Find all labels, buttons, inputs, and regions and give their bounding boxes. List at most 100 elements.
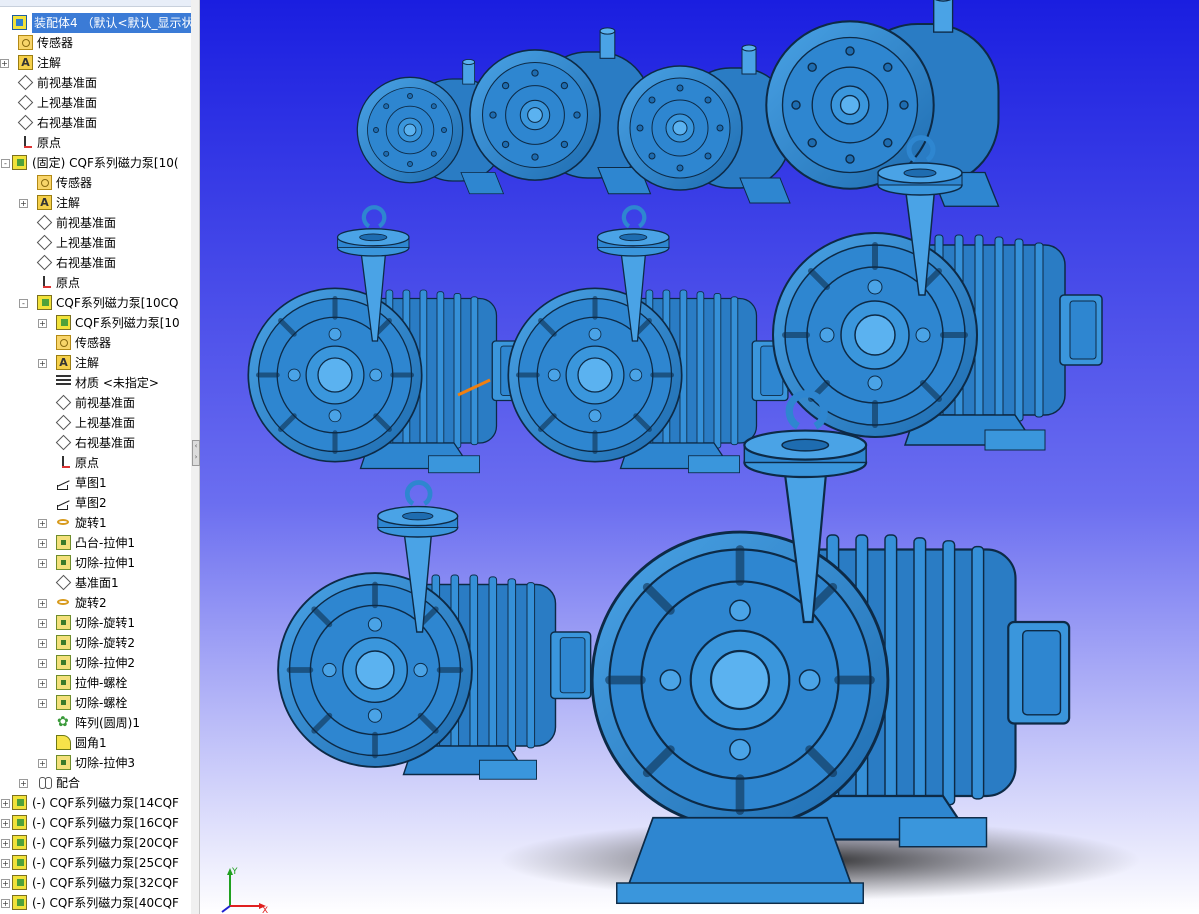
expand-icon[interactable]: + xyxy=(1,859,10,868)
tree-item-label: 旋转2 xyxy=(75,596,107,610)
collapse-icon[interactable]: - xyxy=(19,299,28,308)
tree-item[interactable]: 草图2 xyxy=(0,493,191,513)
origin-icon xyxy=(18,135,33,150)
tree-item[interactable]: 装配体4 （默认<默认_显示状态 xyxy=(0,13,191,33)
plane-icon xyxy=(18,95,33,110)
expand-icon[interactable]: + xyxy=(38,659,47,668)
assembly-icon xyxy=(12,15,27,30)
tree-item[interactable]: 基准面1 xyxy=(0,573,191,593)
tree-item[interactable]: + 切除-拉伸3 xyxy=(0,753,191,773)
tree-item-label: (-) CQF系列磁力泵[20CQF xyxy=(32,836,179,850)
tree-item[interactable]: + 旋转1 xyxy=(0,513,191,533)
tree-item[interactable]: + 切除-拉伸2 xyxy=(0,653,191,673)
cut-revolve-icon xyxy=(56,615,71,630)
expand-icon[interactable]: + xyxy=(38,759,47,768)
tree-item[interactable]: + (-) CQF系列磁力泵[14CQF xyxy=(0,793,191,813)
feature-manager-tree[interactable]: 装配体4 （默认<默认_显示状态 传感器 + A 注解 前视基准面 上视基准面 右视基准面 原点… xyxy=(0,0,192,914)
expand-icon[interactable]: + xyxy=(38,679,47,688)
plane-icon xyxy=(56,575,71,590)
expand-icon[interactable]: + xyxy=(0,59,9,68)
expand-icon[interactable]: + xyxy=(38,619,47,628)
expand-icon[interactable]: + xyxy=(38,359,47,368)
expand-icon[interactable]: + xyxy=(38,319,47,328)
expand-icon[interactable]: + xyxy=(1,899,10,908)
tree-item[interactable]: + CQF系列磁力泵[10 xyxy=(0,313,191,333)
tree-item[interactable]: 传感器 xyxy=(0,333,191,353)
tree-item[interactable]: + (-) CQF系列磁力泵[32CQF xyxy=(0,873,191,893)
tree-item-label: 草图2 xyxy=(75,496,107,510)
model-view[interactable] xyxy=(200,0,1199,914)
expand-icon[interactable]: + xyxy=(1,879,10,888)
tree-item[interactable]: 前视基准面 xyxy=(0,393,191,413)
tree-header-strip xyxy=(0,0,191,7)
expand-icon[interactable]: + xyxy=(38,559,47,568)
tree-item[interactable]: + 拉伸-螺栓 xyxy=(0,673,191,693)
tree-item[interactable]: + 切除-旋转2 xyxy=(0,633,191,653)
tree-item[interactable]: 圆角1 xyxy=(0,733,191,753)
tree-item-label: 右视基准面 xyxy=(56,256,117,270)
tree-item[interactable]: 原点 xyxy=(0,453,191,473)
tree-item[interactable]: 材质 <未指定> xyxy=(0,373,191,393)
collapse-icon[interactable]: - xyxy=(1,159,10,168)
tree-item[interactable]: + 配合 xyxy=(0,773,191,793)
triad-y-label: Y xyxy=(231,867,238,877)
cut-extrude-icon xyxy=(56,555,71,570)
expand-icon[interactable]: + xyxy=(19,199,28,208)
tree-item[interactable]: - (固定) CQF系列磁力泵[10( xyxy=(0,153,191,173)
tree-item[interactable]: 阵列(圆周)1 xyxy=(0,712,191,733)
expand-icon[interactable]: + xyxy=(38,519,47,528)
tree-item-label: CQF系列磁力泵[10 xyxy=(75,316,180,330)
tree-item[interactable]: + (-) CQF系列磁力泵[25CQF xyxy=(0,853,191,873)
tree-item[interactable]: - CQF系列磁力泵[10CQ xyxy=(0,293,191,313)
tree-item[interactable]: + 切除-旋转1 xyxy=(0,613,191,633)
expand-icon[interactable]: + xyxy=(38,639,47,648)
tree-item[interactable]: + (-) CQF系列磁力泵[16CQF xyxy=(0,813,191,833)
panel-splitter[interactable]: ‹ › xyxy=(191,0,200,914)
expand-icon[interactable]: + xyxy=(19,779,28,788)
tree-item[interactable]: 上视基准面 xyxy=(0,93,191,113)
tree-item[interactable]: 原点 xyxy=(0,273,191,293)
tree-item[interactable]: + 切除-螺栓 xyxy=(0,693,191,713)
tree-item[interactable]: 前视基准面 xyxy=(0,213,191,233)
expand-icon[interactable]: + xyxy=(1,799,10,808)
collapse-panel-handle[interactable]: ‹ › xyxy=(192,440,200,466)
tree-item-label: 前视基准面 xyxy=(37,76,98,90)
tree-item-label: 右视基准面 xyxy=(37,116,98,130)
tree-item-label: (固定) CQF系列磁力泵[10( xyxy=(32,156,179,170)
tree-item[interactable]: + 凸台-拉伸1 xyxy=(0,533,191,553)
tree-item[interactable]: 右视基准面 xyxy=(0,433,191,453)
tree-item[interactable]: 上视基准面 xyxy=(0,233,191,253)
part-icon xyxy=(12,895,27,910)
tree-item[interactable]: + 切除-拉伸1 xyxy=(0,553,191,573)
expand-icon[interactable]: + xyxy=(38,539,47,548)
expand-icon[interactable]: + xyxy=(38,699,47,708)
tree-item[interactable]: 右视基准面 xyxy=(0,253,191,273)
tree-item[interactable]: + (-) CQF系列磁力泵[20CQF xyxy=(0,833,191,853)
expand-icon[interactable]: + xyxy=(1,839,10,848)
tree-item[interactable]: + A 注解 xyxy=(0,193,191,213)
tree-item[interactable]: 上视基准面 xyxy=(0,413,191,433)
annotation-icon: A xyxy=(37,195,52,210)
tree-item[interactable]: + A 注解 xyxy=(0,53,191,73)
tree-item[interactable]: 传感器 xyxy=(0,33,191,53)
expand-icon[interactable]: + xyxy=(38,599,47,608)
tree-item-label: (-) CQF系列磁力泵[32CQF xyxy=(32,876,179,890)
sensor-icon xyxy=(56,335,71,350)
tree-item[interactable]: + 旋转2 xyxy=(0,593,191,613)
tree-item-label: 材质 <未指定> xyxy=(75,376,159,390)
cut-extrude-icon xyxy=(56,755,71,770)
tree-item[interactable]: 前视基准面 xyxy=(0,73,191,93)
tree-item[interactable]: 原点 xyxy=(0,133,191,153)
graphics-viewport[interactable]: Y X xyxy=(200,0,1199,914)
tree-item[interactable]: + A 注解 xyxy=(0,353,191,373)
tree-item-label: 旋转1 xyxy=(75,516,107,530)
fillet-icon xyxy=(56,735,71,750)
tree-item[interactable]: + (-) CQF系列磁力泵[40CQF xyxy=(0,893,191,913)
tree-item[interactable]: 传感器 xyxy=(0,173,191,193)
tree-item[interactable]: 右视基准面 xyxy=(0,113,191,133)
plane-icon xyxy=(56,435,71,450)
tree-item-label: (-) CQF系列磁力泵[16CQF xyxy=(32,816,179,830)
tree-item[interactable]: 草图1 xyxy=(0,473,191,493)
expand-icon[interactable]: + xyxy=(1,819,10,828)
sensor-icon xyxy=(37,175,52,190)
